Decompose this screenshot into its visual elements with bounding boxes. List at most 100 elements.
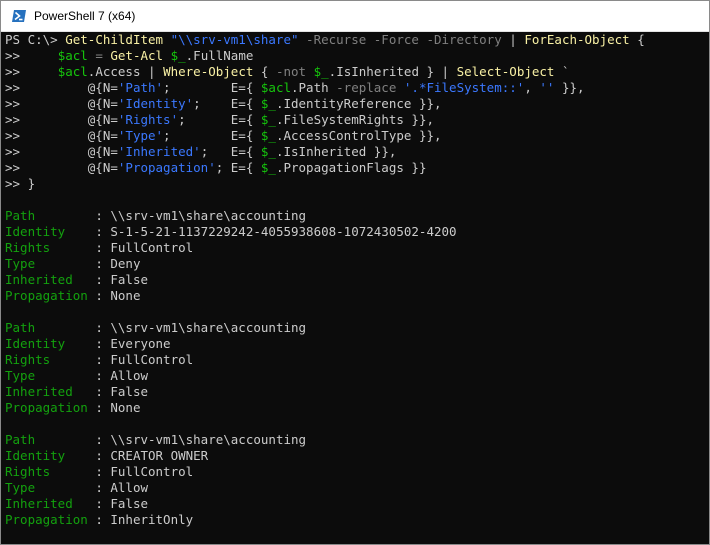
- field-label: Propagation: [5, 400, 96, 415]
- output-field: Path : \\srv-vm1\share\accounting: [5, 432, 306, 448]
- output-field: Identity : S-1-5-21-1137229242-405593860…: [5, 224, 457, 240]
- code-token: 'Propagation': [117, 160, 216, 175]
- code-token: ; E={: [163, 80, 261, 95]
- command-line: >> $acl.Access | Where-Object { -not $_.…: [5, 64, 570, 80]
- output-field: Path : \\srv-vm1\share\accounting: [5, 208, 306, 224]
- field-separator: :: [95, 240, 111, 255]
- code-token: >> @{N=: [5, 144, 118, 159]
- console-output[interactable]: PS C:\> Get-ChildItem "\\srv-vm1\share" …: [1, 32, 709, 544]
- field-separator: :: [95, 464, 111, 479]
- title-bar[interactable]: PowerShell 7 (x64): [1, 1, 709, 32]
- field-separator: :: [95, 448, 111, 463]
- code-token: .PropagationFlags }}: [275, 160, 427, 175]
- powershell-window: PowerShell 7 (x64) PS C:\> Get-ChildItem…: [0, 0, 710, 545]
- code-token: .IsInherited } |: [328, 64, 457, 79]
- code-token: {: [637, 32, 645, 47]
- code-token: $_: [260, 144, 276, 159]
- output-field: Propagation : None: [5, 288, 140, 304]
- code-token: $_: [260, 112, 276, 127]
- code-token: ; E={: [178, 112, 261, 127]
- code-token: -not: [275, 64, 314, 79]
- code-token: 'Type': [117, 128, 164, 143]
- code-token: 'Rights': [117, 112, 179, 127]
- command-line: >> $acl = Get-Acl $_.FullName: [5, 48, 253, 64]
- code-token: Get-Acl: [110, 48, 171, 63]
- field-value: InheritOnly: [110, 512, 194, 527]
- field-label: Identity: [5, 224, 96, 239]
- code-token: ; E={: [200, 144, 261, 159]
- output-field: Rights : FullControl: [5, 464, 193, 480]
- field-separator: :: [95, 224, 111, 239]
- field-value: FullControl: [110, 352, 194, 367]
- code-token: .Access |: [87, 64, 164, 79]
- command-line: >> @{N='Type'; E={ $_.AccessControlType …: [5, 128, 442, 144]
- code-token: Get-ChildItem: [65, 32, 171, 47]
- field-separator: :: [95, 432, 111, 447]
- field-label: Inherited: [5, 496, 96, 511]
- code-token: $acl: [57, 64, 88, 79]
- field-label: Inherited: [5, 384, 96, 399]
- output-field: Type : Deny: [5, 256, 140, 272]
- field-separator: :: [95, 208, 111, 223]
- code-token: ; E={: [215, 160, 261, 175]
- field-label: Propagation: [5, 288, 96, 303]
- code-token: ; E={: [163, 128, 261, 143]
- code-token: >> @{N=: [5, 80, 118, 95]
- code-token: >> @{N=: [5, 112, 118, 127]
- field-value: \\srv-vm1\share\accounting: [110, 432, 307, 447]
- output-field: Inherited : False: [5, 272, 148, 288]
- field-value: None: [110, 288, 141, 303]
- field-label: Path: [5, 320, 96, 335]
- field-separator: :: [95, 480, 111, 495]
- code-token: "\\srv-vm1\share": [170, 32, 307, 47]
- window-title: PowerShell 7 (x64): [34, 9, 136, 23]
- code-token: >> @{N=: [5, 96, 118, 111]
- code-token: 'Inherited': [117, 144, 201, 159]
- code-token: $acl: [57, 48, 88, 63]
- field-value: False: [110, 272, 149, 287]
- code-token: $acl: [260, 80, 291, 95]
- field-separator: :: [95, 256, 111, 271]
- field-value: None: [110, 400, 141, 415]
- command-line: >> @{N='Rights'; E={ $_.FileSystemRights…: [5, 112, 434, 128]
- code-token: $_: [260, 96, 276, 111]
- output-field: Type : Allow: [5, 368, 148, 384]
- code-token: .AccessControlType }},: [275, 128, 442, 143]
- code-token: |: [509, 32, 525, 47]
- output-field: Propagation : InheritOnly: [5, 512, 193, 528]
- code-token: }},: [554, 80, 585, 95]
- code-token: '.*FileSystem::': [403, 80, 525, 95]
- output-field: Rights : FullControl: [5, 240, 193, 256]
- powershell-icon: [11, 8, 27, 24]
- code-token: 'Identity': [117, 96, 194, 111]
- command-line: >> @{N='Propagation'; E={ $_.Propagation…: [5, 160, 426, 176]
- field-value: Allow: [110, 480, 149, 495]
- field-value: \\srv-vm1\share\accounting: [110, 320, 307, 335]
- code-token: >>: [5, 48, 58, 63]
- output-field: Path : \\srv-vm1\share\accounting: [5, 320, 306, 336]
- field-label: Rights: [5, 240, 96, 255]
- field-label: Identity: [5, 448, 96, 463]
- code-token: $_: [313, 64, 329, 79]
- code-token: `: [561, 64, 570, 79]
- code-token: $_: [170, 48, 186, 63]
- output-field: Identity : CREATOR OWNER: [5, 448, 208, 464]
- field-label: Rights: [5, 352, 96, 367]
- field-label: Propagation: [5, 512, 96, 527]
- field-separator: :: [95, 368, 111, 383]
- command-line: >> @{N='Path'; E={ $acl.Path -replace '.…: [5, 80, 585, 96]
- field-separator: :: [95, 496, 111, 511]
- command-line: PS C:\> Get-ChildItem "\\srv-vm1\share" …: [5, 32, 645, 48]
- code-token: $_: [260, 160, 276, 175]
- field-value: FullControl: [110, 464, 194, 479]
- field-separator: :: [95, 512, 111, 527]
- field-separator: :: [95, 288, 111, 303]
- field-value: CREATOR OWNER: [110, 448, 209, 463]
- field-label: Identity: [5, 336, 96, 351]
- code-token: 'Path': [117, 80, 164, 95]
- code-token: >>: [5, 64, 58, 79]
- command-line: >> @{N='Inherited'; E={ $_.IsInherited }…: [5, 144, 396, 160]
- field-label: Type: [5, 368, 96, 383]
- code-token: >> @{N=: [5, 128, 118, 143]
- field-value: Deny: [110, 256, 141, 271]
